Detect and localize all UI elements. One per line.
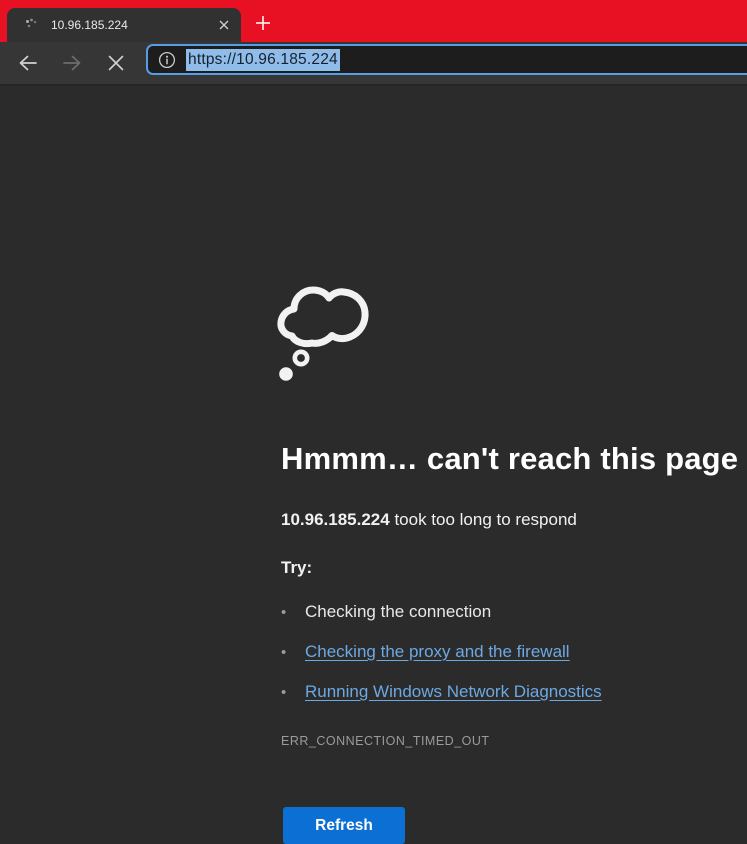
selected-url-text: https://10.96.185.224	[186, 49, 340, 71]
list-item: • Checking the connection	[281, 592, 602, 632]
back-button[interactable]	[16, 51, 40, 75]
address-input[interactable]: https://10.96.185.224	[186, 51, 340, 69]
stop-x-icon	[105, 52, 127, 74]
back-arrow-icon	[16, 51, 40, 75]
suggestion-list: • Checking the connection • Checking the…	[281, 592, 602, 712]
error-title: Hmmm… can't reach this page	[281, 441, 738, 477]
bullet-dot: •	[281, 604, 305, 621]
tab-loading-spinner-icon	[23, 17, 39, 33]
list-item: • Checking the proxy and the firewall	[281, 632, 602, 672]
error-code: ERR_CONNECTION_TIMED_OUT	[281, 734, 490, 748]
browser-tab[interactable]: 10.96.185.224	[7, 8, 241, 42]
error-page: Hmmm… can't reach this page 10.96.185.22…	[0, 86, 747, 772]
link-network-diagnostics[interactable]: Running Windows Network Diagnostics	[305, 682, 602, 702]
try-label: Try:	[281, 558, 312, 578]
address-bar[interactable]: https://10.96.185.224	[146, 44, 747, 75]
error-subtitle: 10.96.185.224 took too long to respond	[281, 510, 577, 530]
bullet-dot: •	[281, 684, 305, 701]
bullet-dot: •	[281, 644, 305, 661]
list-item: • Running Windows Network Diagnostics	[281, 672, 602, 712]
new-tab-button[interactable]	[252, 12, 274, 34]
refresh-button[interactable]: Refresh	[283, 807, 405, 844]
error-subtitle-rest: took too long to respond	[390, 510, 577, 529]
suggestion-check-connection: Checking the connection	[305, 602, 491, 622]
error-host: 10.96.185.224	[281, 510, 390, 529]
forward-arrow-icon	[60, 51, 84, 75]
tab-strip: 10.96.185.224	[0, 0, 747, 42]
tab-close-icon[interactable]	[217, 18, 231, 32]
thought-cloud-icon	[276, 281, 378, 388]
forward-button[interactable]	[60, 51, 84, 75]
link-proxy-firewall[interactable]: Checking the proxy and the firewall	[305, 642, 570, 662]
browser-toolbar: https://10.96.185.224	[0, 42, 747, 86]
tab-title: 10.96.185.224	[51, 18, 217, 32]
stop-button[interactable]	[104, 51, 128, 75]
site-info-icon[interactable]	[158, 51, 176, 69]
